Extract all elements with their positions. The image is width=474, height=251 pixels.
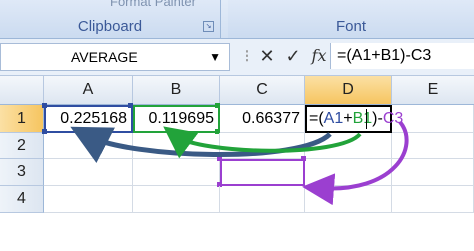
cell-a4[interactable] xyxy=(44,186,133,213)
cell-e1[interactable] xyxy=(392,105,474,133)
column-header-d[interactable]: D xyxy=(305,76,392,105)
text-cursor xyxy=(366,109,367,129)
range-handle[interactable] xyxy=(217,156,222,161)
formula-bar: AVERAGE ▼ ⁝ ✕ ✓ fx =(A1+B1)-C3 xyxy=(0,39,474,76)
format-painter-label[interactable]: Format Painter xyxy=(110,0,196,9)
cell-b2[interactable] xyxy=(133,133,220,159)
clipboard-dialog-launcher-icon[interactable]: ↘ xyxy=(203,21,214,32)
column-header-e[interactable]: E xyxy=(392,76,474,105)
cell-a3[interactable] xyxy=(44,159,133,186)
cell-e3[interactable] xyxy=(392,159,474,186)
row-header-4[interactable]: 4 xyxy=(0,186,44,213)
chevron-down-icon[interactable]: ▼ xyxy=(209,44,221,70)
cell-b4[interactable] xyxy=(133,186,220,213)
name-box[interactable]: AVERAGE ▼ xyxy=(0,43,230,71)
cell-d1-editing[interactable]: =(A1+B1)-C3 xyxy=(305,105,403,133)
column-header-c[interactable]: C xyxy=(220,76,305,105)
cell-a1[interactable]: 0.225168 xyxy=(44,105,133,133)
ribbon: Format Painter Clipboard ↘ Font xyxy=(0,0,474,39)
cell-a2[interactable] xyxy=(44,133,133,159)
more-icon: ⁝ xyxy=(244,46,250,66)
cell-e4[interactable] xyxy=(392,186,474,213)
cell-c4[interactable] xyxy=(220,186,305,213)
row-header-3[interactable]: 3 xyxy=(0,159,44,186)
insert-function-icon[interactable]: fx xyxy=(308,45,330,67)
cell-b3[interactable] xyxy=(133,159,220,186)
row-header-1[interactable]: 1 xyxy=(0,105,44,133)
enter-icon[interactable]: ✓ xyxy=(282,45,304,67)
edit-close: )- xyxy=(372,110,383,127)
clipboard-group-label: Clipboard xyxy=(77,18,143,35)
font-group: Font xyxy=(228,0,474,38)
cell-c3[interactable] xyxy=(220,159,305,186)
clipboard-group: Format Painter Clipboard ↘ xyxy=(0,0,221,38)
select-all-corner[interactable] xyxy=(0,76,44,105)
cell-c1[interactable]: 0.66377 xyxy=(220,105,305,133)
cell-d4[interactable] xyxy=(305,186,392,213)
worksheet-grid: A B C D E 1 2 3 4 0.225168 0.119695 0.66… xyxy=(0,76,474,251)
cell-e2[interactable] xyxy=(392,133,474,159)
name-box-value: AVERAGE xyxy=(71,49,138,65)
column-header-b[interactable]: B xyxy=(133,76,220,105)
edit-ref-a1: A1 xyxy=(323,110,344,127)
column-header-a[interactable]: A xyxy=(44,76,133,105)
range-handle[interactable] xyxy=(42,103,47,108)
edit-plus: + xyxy=(343,110,353,127)
cell-c2[interactable] xyxy=(220,133,305,159)
edit-open: =( xyxy=(309,110,324,127)
cancel-icon[interactable]: ✕ xyxy=(256,45,278,67)
font-group-label: Font xyxy=(335,18,366,35)
cell-d2[interactable] xyxy=(305,133,392,159)
cell-d3[interactable] xyxy=(305,159,392,186)
formula-input[interactable]: =(A1+B1)-C3 xyxy=(330,43,474,69)
row-header-2[interactable]: 2 xyxy=(0,133,44,159)
edit-ref-b1: B1 xyxy=(352,110,373,127)
cell-b1[interactable]: 0.119695 xyxy=(133,105,220,133)
